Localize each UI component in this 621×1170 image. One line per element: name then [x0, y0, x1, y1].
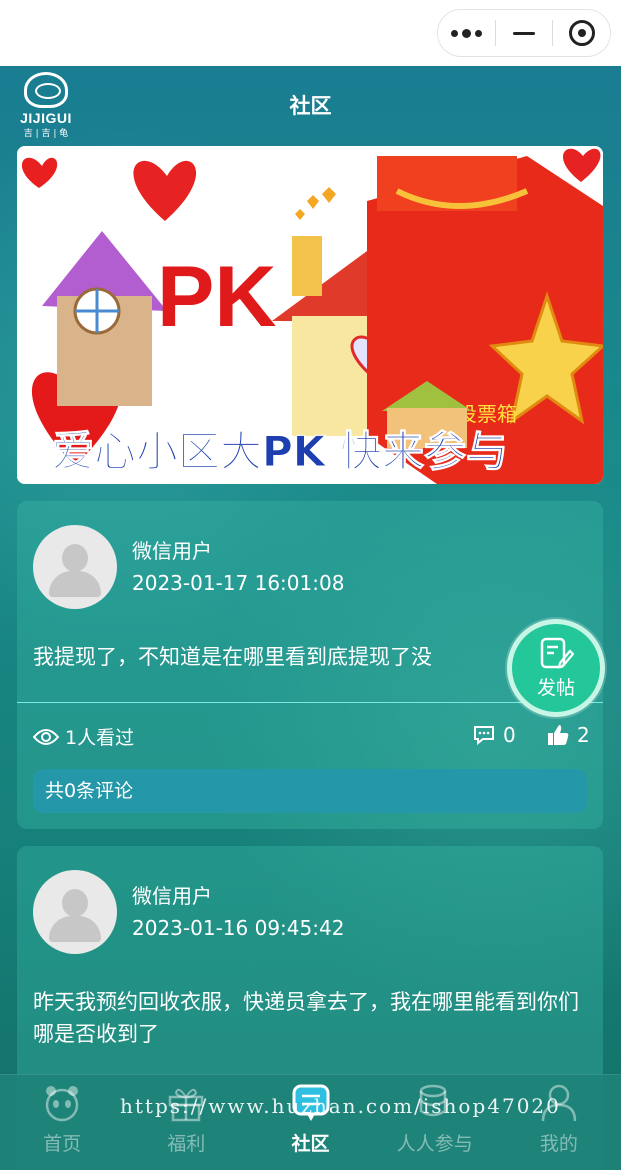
post-username: 微信用户 [132, 884, 212, 908]
post-username: 微信用户 [132, 539, 212, 563]
banner-pk-text: PK [157, 249, 276, 345]
logo-sub-text: 吉 | 吉 | 龟 [23, 129, 69, 139]
like-count: 2 [577, 723, 590, 747]
post-time: 2023-01-16 09:45:42 [132, 916, 345, 940]
view-count: 1人看过 [33, 723, 134, 750]
close-mini-program-button[interactable] [553, 10, 610, 56]
banner-caption: 爱心小区大PK 快来参与 [52, 427, 508, 476]
post-content[interactable]: 昨天我预约回收衣服，快递员拿去了，我在哪里能看到你们哪是否收到了 [33, 986, 593, 1050]
more-dots-icon [450, 28, 482, 38]
tab-welfare[interactable]: 福利 [124, 1075, 248, 1170]
new-post-label: 发帖 [536, 676, 575, 699]
avatar-placeholder-head [62, 889, 88, 917]
tab-home[interactable]: 首页 [0, 1075, 124, 1170]
minimize-button[interactable] [496, 10, 553, 56]
tab-community[interactable]: 社区 [248, 1075, 372, 1170]
eye-icon [33, 728, 59, 745]
comment-icon [474, 726, 494, 745]
tab-welfare-label: 福利 [167, 1133, 206, 1155]
page-body: JIJIGUI 吉 | 吉 | 龟 社区 PK 投票箱 爱心小区大PK 快来参与… [0, 66, 621, 1170]
comment-summary-bar[interactable]: 共0条评论 [33, 769, 587, 813]
page-title: 社区 [289, 94, 332, 118]
minimize-icon [513, 31, 535, 35]
post-time: 2023-01-17 16:01:08 [132, 571, 345, 595]
bottom-tab-bar: 首页 福利 社区 人人参与 我的 [0, 1074, 621, 1170]
more-button[interactable] [438, 10, 495, 56]
tab-community-label: 社区 [291, 1133, 330, 1155]
close-target-icon [568, 20, 595, 46]
post-divider [17, 702, 603, 703]
nav-header: JIJIGUI 吉 | 吉 | 龟 社区 [0, 66, 621, 144]
edit-note-icon [540, 637, 574, 669]
thumbs-up-icon [548, 725, 569, 745]
comment-count: 0 [503, 723, 516, 747]
watermark-text: https://www.huzhan.com/ishop47020 [120, 1094, 561, 1118]
avatar[interactable] [33, 870, 117, 954]
avatar-placeholder-head [62, 544, 88, 572]
tab-participate-label: 人人参与 [396, 1133, 473, 1155]
system-top-bar [0, 0, 621, 66]
tab-participate[interactable]: 人人参与 [373, 1075, 497, 1170]
tab-home-label: 首页 [43, 1133, 82, 1155]
like-button[interactable]: 2 [547, 723, 590, 747]
panda-icon [45, 1086, 79, 1122]
tab-mine[interactable]: 我的 [497, 1075, 621, 1170]
capsule-menu [437, 9, 611, 57]
new-post-button[interactable]: 发帖 [507, 619, 605, 717]
tab-mine-label: 我的 [539, 1133, 578, 1155]
avatar-placeholder-body [49, 571, 101, 597]
banner-carousel[interactable]: PK 投票箱 爱心小区大PK 快来参与 [17, 146, 603, 484]
comment-button[interactable]: 0 [473, 723, 516, 747]
view-count-text: 1人看过 [65, 727, 135, 749]
avatar-placeholder-body [49, 916, 101, 942]
banner-image: PK 投票箱 爱心小区大PK 快来参与 [17, 146, 603, 484]
avatar[interactable] [33, 525, 117, 609]
